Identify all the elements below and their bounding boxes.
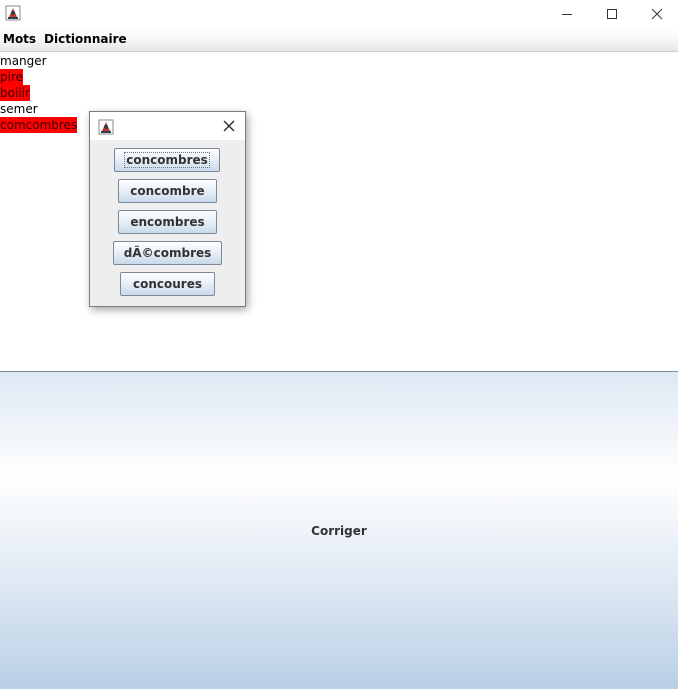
- java-cup-icon: [98, 119, 114, 135]
- suggestions-dialog: concombres concombre encombres dÃ©combre…: [89, 111, 246, 307]
- suggestion-label: concombres: [124, 152, 210, 168]
- suggestion-label: encombres: [130, 215, 205, 229]
- corriger-button[interactable]: Corriger: [0, 371, 678, 689]
- corriger-label: Corriger: [311, 524, 367, 538]
- minimize-icon: [562, 14, 572, 15]
- suggestion-button-3[interactable]: dÃ©combres: [113, 241, 222, 265]
- menu-mots[interactable]: Mots: [3, 32, 36, 46]
- word-4[interactable]: comcombres: [0, 117, 78, 133]
- suggestion-label: concoures: [133, 277, 202, 291]
- maximize-icon: [607, 9, 617, 19]
- java-cup-icon: [5, 5, 21, 21]
- suggestion-label: concombre: [130, 184, 205, 198]
- menu-dictionnaire[interactable]: Dictionnaire: [44, 32, 127, 46]
- word-0[interactable]: manger: [0, 53, 47, 69]
- suggestion-button-1[interactable]: concombre: [118, 179, 217, 203]
- suggestion-button-4[interactable]: concoures: [120, 272, 215, 296]
- suggestion-label: dÃ©combres: [123, 246, 212, 260]
- close-icon[interactable]: [221, 118, 237, 134]
- word-3[interactable]: semer: [0, 101, 38, 117]
- suggestion-button-2[interactable]: encombres: [118, 210, 217, 234]
- close-icon: [651, 8, 663, 20]
- suggestion-button-0[interactable]: concombres: [114, 148, 220, 172]
- maximize-button[interactable]: [589, 0, 635, 28]
- title-bar: [0, 0, 678, 28]
- word-1[interactable]: pire: [0, 69, 24, 85]
- dialog-title-bar: [90, 112, 245, 140]
- menu-bar: Mots Dictionnaire: [0, 28, 678, 52]
- minimize-button[interactable]: [544, 0, 590, 28]
- word-2[interactable]: boilir: [0, 85, 30, 101]
- close-button[interactable]: [634, 0, 678, 28]
